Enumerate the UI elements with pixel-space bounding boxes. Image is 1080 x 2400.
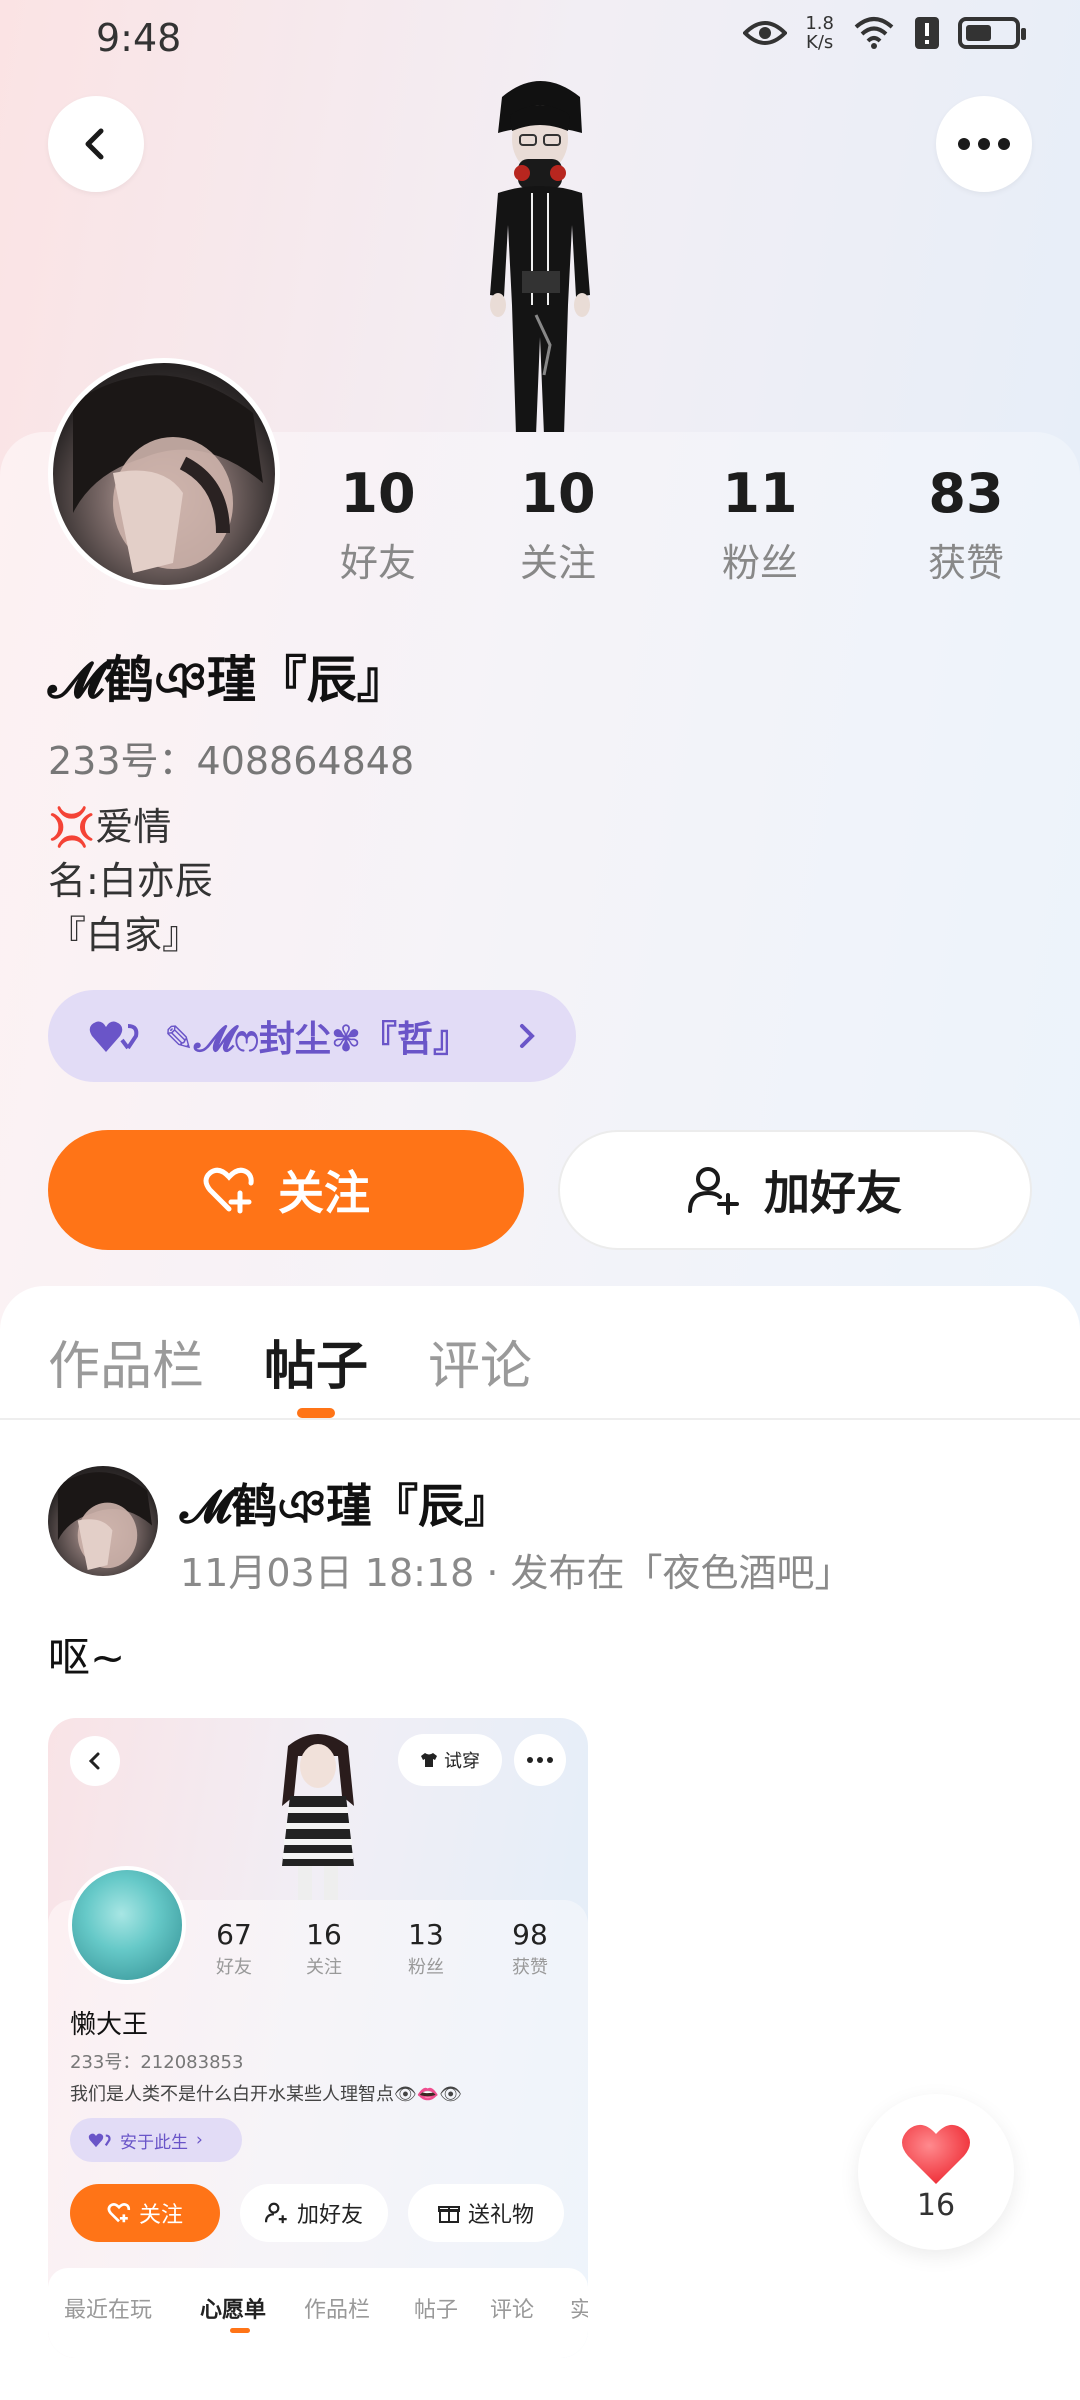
embedded-tab: 最近在玩 <box>64 2298 153 2323</box>
tab-works[interactable]: 作品栏 <box>48 1324 204 1399</box>
add-user-icon <box>264 2202 287 2224</box>
battery-icon <box>958 17 1026 49</box>
embedded-tabs: 最近在玩 心愿单 作品栏 帖子 评论 实 <box>48 2268 588 2358</box>
embedded-stat-likes: 98 获赞 <box>512 1918 548 1978</box>
avatar-photo <box>57 1472 153 1571</box>
stat-likes[interactable]: 83 获赞 <box>876 462 1056 587</box>
eye-icon <box>743 21 788 45</box>
anger-symbol-icon: 💢 <box>48 805 96 849</box>
post-meta: 11月03日 18:18 · 发布在「夜色酒吧」 <box>180 1551 853 1595</box>
more-dots-icon <box>527 1757 553 1763</box>
more-dots-icon <box>958 138 1010 150</box>
heart-plus-icon <box>107 2203 131 2223</box>
profile-name: 𝓜鹤ঞ瑾『辰』 <box>48 651 407 709</box>
embedded-tab: 评论 <box>490 2298 535 2323</box>
shirt-icon <box>421 1753 437 1767</box>
stat-friends[interactable]: 10 好友 <box>288 462 468 587</box>
chevron-right-icon <box>520 1024 535 1048</box>
embedded-uid: 233号：212083853 <box>70 2052 244 2073</box>
avatar-character-figure <box>490 81 590 435</box>
heart-plus-icon <box>203 1167 254 1214</box>
profile-uid[interactable]: 233号：408864848 <box>48 730 414 785</box>
embedded-gift-button: 送礼物 <box>408 2184 564 2242</box>
status-bar: 9:48 1.8 K/s <box>0 0 1080 80</box>
embedded-name: 懒大王 <box>70 2010 149 2040</box>
add-user-icon <box>688 1167 739 1215</box>
embedded-add-friend-button: 加好友 <box>240 2184 388 2242</box>
embedded-stat-following: 16 关注 <box>306 1918 342 1978</box>
network-speed: 1.8 K/s <box>805 13 834 53</box>
bio-line: 『白家』 <box>48 913 201 957</box>
post-image[interactable]: 试穿 67 好友 16 关注 13 粉丝 98 获赞 懒大王 233号：21208385… <box>48 1718 588 2358</box>
embedded-tab: 心愿单 <box>200 2298 267 2323</box>
bio-line: 💢爱情 <box>48 805 172 849</box>
embedded-avatar-figure <box>282 1734 354 1906</box>
post-text: 呕~ <box>48 1633 126 1682</box>
tab-posts[interactable]: 帖子 <box>264 1324 368 1399</box>
follow-label: 关注 <box>278 1166 370 1220</box>
cp-relationship-pill[interactable]: ✎𝓜ෆ封尘✾『哲』 <box>48 990 576 1082</box>
embedded-stat-fans: 13 粉丝 <box>408 1918 444 1978</box>
post-author-name[interactable]: 𝓜鹤ঞ瑾『辰』 <box>180 1470 510 1548</box>
embedded-tab-indicator <box>230 2328 250 2333</box>
chevron-right-icon: › <box>196 2130 203 2150</box>
stat-fans[interactable]: 11 粉丝 <box>670 462 850 587</box>
status-time: 9:48 <box>96 16 182 60</box>
embedded-tab: 实 <box>570 2298 588 2323</box>
embedded-tab: 帖子 <box>414 2298 459 2323</box>
embedded-back-button <box>70 1736 120 1786</box>
chevron-left-icon <box>85 128 104 160</box>
wifi-icon <box>854 17 894 49</box>
heart-pair-icon <box>89 1021 139 1052</box>
embedded-more-button <box>514 1734 566 1786</box>
embedded-bio: 我们是人类不是什么白开水某些人理智点👁👄👁 <box>70 2084 463 2105</box>
gift-icon <box>437 2206 460 2223</box>
post-author-avatar[interactable] <box>48 1466 158 1576</box>
embedded-follow-button: 关注 <box>70 2184 220 2242</box>
heart-icon <box>902 2124 970 2184</box>
bio-line: 名:白亦辰 <box>48 859 213 903</box>
status-icons: 1.8 K/s <box>743 13 1026 53</box>
profile-bio: 💢爱情 名:白亦辰 『白家』 <box>48 800 213 962</box>
like-count: 16 <box>916 2187 956 2223</box>
embedded-try-on-button: 试穿 <box>398 1734 502 1786</box>
tab-comments[interactable]: 评论 <box>428 1324 532 1399</box>
embedded-stat-friends: 67 好友 <box>216 1918 252 1978</box>
alert-sim-icon <box>915 17 939 49</box>
cp-pill-text: ✎𝓜ෆ封尘✾『哲』 <box>164 1019 470 1060</box>
more-options-button[interactable] <box>936 96 1032 192</box>
profile-tabs: 作品栏 帖子 评论 <box>0 1286 1080 1420</box>
like-button[interactable]: 16 <box>858 2094 1014 2250</box>
embedded-avatar <box>68 1866 186 1984</box>
chevron-left-icon <box>88 1752 100 1770</box>
embedded-cp-pill: 安于此生 › <box>70 2118 242 2162</box>
stat-following[interactable]: 10 关注 <box>468 462 648 587</box>
add-friend-label: 加好友 <box>764 1166 902 1220</box>
back-button[interactable] <box>48 96 144 192</box>
active-tab-indicator <box>297 1408 335 1418</box>
embedded-tab: 作品栏 <box>304 2298 371 2323</box>
profile-stats: 10 好友 10 关注 11 粉丝 83 获赞 <box>0 462 1080 592</box>
heart-pair-icon <box>88 2133 111 2148</box>
add-friend-button[interactable]: 加好友 <box>558 1130 1032 1250</box>
follow-button[interactable]: 关注 <box>48 1130 524 1250</box>
